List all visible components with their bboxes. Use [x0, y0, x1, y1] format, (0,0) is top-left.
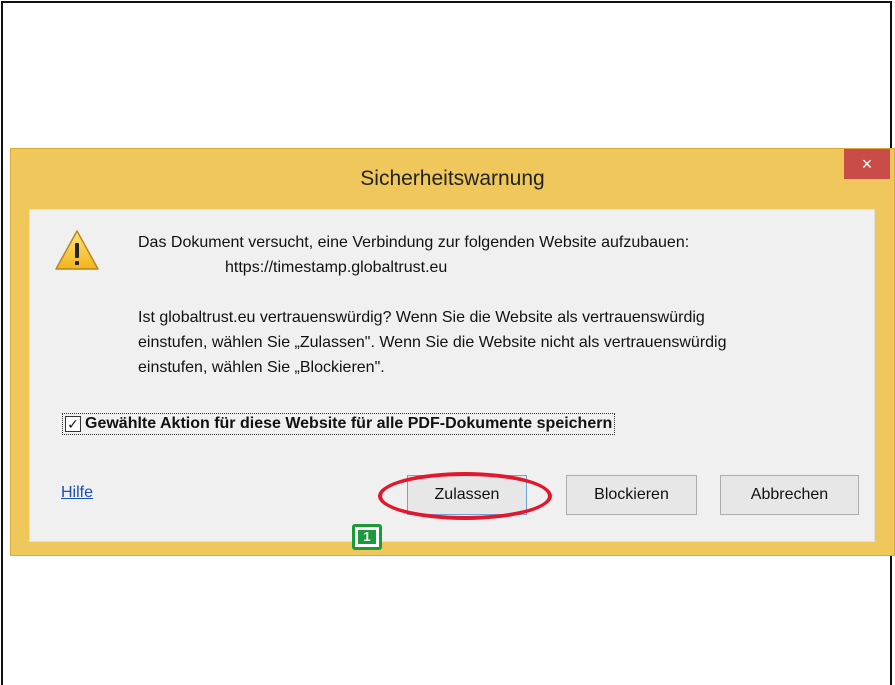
close-button[interactable]: ×	[844, 149, 890, 179]
dialog-titlebar[interactable]: Sicherheitswarnung ×	[11, 149, 894, 209]
cancel-button[interactable]: Abbrechen	[720, 475, 859, 515]
save-action-label: Gewählte Aktion für diese Website für al…	[85, 415, 613, 432]
step-number: 1	[358, 530, 376, 544]
help-link[interactable]: Hilfe	[61, 484, 93, 502]
message-text: Das Dokument versucht, eine Verbindung z…	[138, 234, 690, 251]
step-badge: 1	[352, 524, 382, 550]
question-text-line3: einstufen, wählen Sie „Blockieren".	[138, 359, 385, 376]
close-icon: ×	[861, 154, 873, 174]
highlight-ellipse	[378, 472, 552, 520]
save-action-checkbox[interactable]: ✓ Gewählte Aktion für diese Website für …	[62, 413, 616, 435]
checkmark-icon: ✓	[67, 416, 79, 432]
question-text-line2: einstufen, wählen Sie „Zulassen". Wenn S…	[138, 334, 727, 351]
dialog-title: Sicherheitswarnung	[360, 167, 545, 190]
checkbox-box[interactable]: ✓	[65, 416, 81, 432]
website-url: https://timestamp.globaltrust.eu	[225, 259, 448, 276]
warning-triangle-icon	[55, 230, 99, 270]
block-button[interactable]: Blockieren	[566, 475, 697, 515]
question-text-line1: Ist globaltrust.eu vertrauenswürdig? Wen…	[138, 309, 705, 326]
